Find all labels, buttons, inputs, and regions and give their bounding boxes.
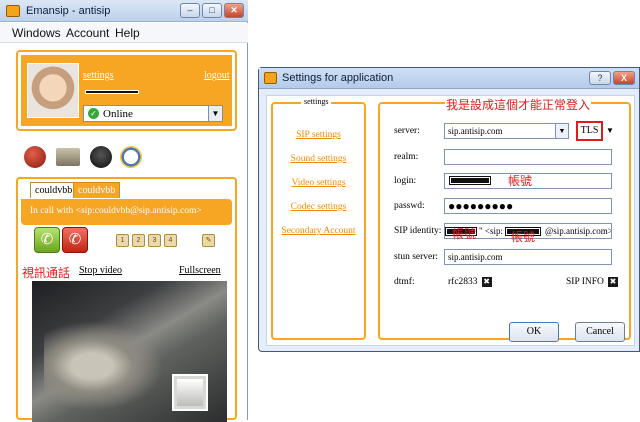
menu-windows[interactable]: Windows [12,26,61,40]
sipinfo-checkbox[interactable]: ✖ [607,277,618,287]
profile-inner: settings logout ✓ Online ▼ [21,55,232,126]
sip-identity-annotation-left: 帳號 [452,227,477,241]
close-button[interactable]: ✕ [224,3,244,18]
dtmf-rfc2833-label: rfc2833 [448,277,478,288]
keypad-icon-1[interactable]: 1 [116,234,129,247]
password-dots: ●●●●●●●●● [448,199,514,213]
menu-account[interactable]: Account [66,26,109,40]
dtmf-sipinfo: SIP INFO ✖ [566,277,618,287]
rfc2833-checkbox[interactable]: ✖ [481,277,492,287]
profile-panel: settings logout ✓ Online ▼ [16,50,237,131]
nav-secondary-account[interactable]: Secondary Account [273,226,364,236]
remote-video [32,281,227,422]
menu-help[interactable]: Help [115,26,140,40]
chevron-down-icon[interactable]: ▼ [208,106,222,121]
transport-select[interactable]: TLS [576,121,603,141]
realm-label: realm: [394,152,419,162]
settings-body: settings SIP settings Sound settings Vid… [266,95,635,346]
dtmf-rfc2833: rfc2833 ✖ [448,277,492,287]
phone-icon[interactable] [90,146,112,168]
sip-settings-form: 我是設成這個才能正常登入 server: sip.antisip.com ▼ T… [378,96,631,340]
dialog-title: Settings for application [282,72,394,84]
call-panel: couldvbb couldvbb In call with <sip:coul… [16,177,237,422]
logout-link[interactable]: logout [204,70,230,81]
transport-chevron-icon[interactable]: ▼ [604,124,616,138]
realm-field[interactable] [444,149,612,165]
server-value: sip.antisip.com [448,126,503,136]
phone-hangup-icon: ✆ [68,231,82,248]
tab-contact-2[interactable]: couldvbb [73,182,121,198]
cancel-button[interactable]: Cancel [575,322,625,342]
menubar: Windows Account Help [0,23,248,43]
online-check-icon: ✓ [88,108,99,119]
keypad-icon-2[interactable]: 2 [132,234,145,247]
avatar [27,63,79,118]
settings-dialog: Settings for application ? X settings SI… [258,67,640,352]
chevron-down-icon[interactable]: ▼ [555,124,568,138]
accept-call-button[interactable]: ✆ [34,227,60,253]
username-redacted [85,90,139,94]
keypad-icon-3[interactable]: 3 [148,234,161,247]
app-logo-icon [264,72,277,84]
settings-link[interactable]: settings [83,70,114,81]
call-controls: ✆ ✆ 1 2 3 4 ✎ [34,227,234,255]
status-value: Online [103,108,133,120]
emansip-titlebar: Emansip - antisip – □ ✕ [0,0,248,22]
help-button[interactable]: ? [589,71,611,85]
nav-codec-settings[interactable]: Codec settings [273,202,364,212]
server-field[interactable]: sip.antisip.com ▼ [444,123,569,139]
sip-identity-annotation-right: 帳號 [511,230,536,244]
video-call-annotation: 視訊通話 [22,266,71,280]
maximize-button[interactable]: □ [202,3,222,18]
dtmf-label: dtmf: [394,277,415,287]
server-label: server: [394,126,420,136]
sip-identity-suffix: @sip.antisip.com> [545,226,612,236]
sip-identity-value: " <sip: [479,226,504,236]
stun-server-field[interactable]: sip.antisip.com [444,249,612,265]
nav-video-settings[interactable]: Video settings [273,178,364,188]
sip-identity-label: SIP identity: [394,226,442,236]
phone-accept-icon: ✆ [40,231,54,248]
password-field[interactable]: ●●●●●●●●● [444,198,612,214]
tab-contact-1[interactable]: couldvbb [30,182,78,198]
login-label: login: [394,176,417,186]
dialog-close-button[interactable]: X [613,71,635,85]
passwd-label: passwd: [394,201,425,211]
login-redacted [449,176,491,185]
login-annotation: 帳號 [508,174,533,188]
nav-sound-settings[interactable]: Sound settings [273,154,364,164]
emansip-window: Emansip - antisip – □ ✕ Windows Account … [0,0,248,422]
window-title: Emansip - antisip [26,5,111,17]
emansip-logo-icon [6,5,20,17]
nav-sip-settings[interactable]: SIP settings [273,130,364,140]
stun-server-label: stun server: [394,252,439,262]
minimize-button[interactable]: – [180,3,200,18]
fullscreen-link[interactable]: Fullscreen [179,265,221,276]
ok-button[interactable]: OK [509,322,559,342]
nav-legend: settings [301,97,332,106]
stop-video-link[interactable]: Stop video [79,265,122,276]
tools-icon[interactable]: ✎ [202,234,215,247]
settings-nav: settings SIP settings Sound settings Vid… [271,97,366,340]
in-call-banner: In call with <sip:couldvbb@sip.antisip.c… [21,199,232,225]
history-clock-icon[interactable] [120,146,142,168]
keypad-icon-4[interactable]: 4 [164,234,177,247]
folder-icon[interactable] [56,148,80,166]
top-annotation: 我是設成這個才能正常登入 [445,96,592,113]
in-call-text: In call with <sip:couldvbb@sip.antisip.c… [30,206,202,216]
hangup-call-button[interactable]: ✆ [62,227,88,253]
status-select[interactable]: ✓ Online ▼ [83,105,223,122]
settings-titlebar: Settings for application ? X [259,68,639,89]
video-content [44,321,164,411]
dtmf-sipinfo-label: SIP INFO [566,277,604,288]
local-video-preview [172,374,208,411]
globe-icon[interactable] [24,146,46,168]
